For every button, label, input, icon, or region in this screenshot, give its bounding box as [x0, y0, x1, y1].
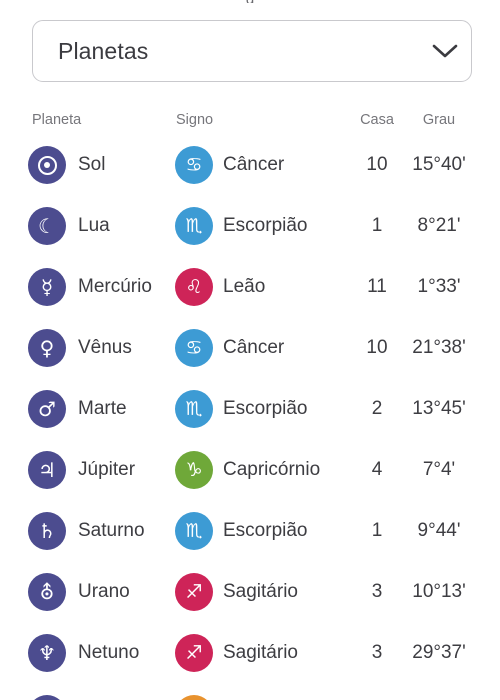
house-number: 1 — [371, 215, 383, 236]
mars-icon: ♂ — [28, 390, 66, 428]
scorpio-icon: ♏ — [175, 207, 213, 245]
scorpio-icon: ♏ — [175, 390, 213, 428]
sign-name: Sagitário — [223, 581, 298, 602]
planet-name: Sol — [78, 154, 106, 175]
sign-name: Câncer — [223, 337, 285, 358]
degree-value: 15°40' — [412, 154, 466, 175]
sign-name: Sagitário — [223, 642, 298, 663]
leo-icon: ♌ — [175, 268, 213, 306]
uranus-icon: ⛢ — [28, 573, 66, 611]
table-row[interactable]: ♂ Marte ♏ Escorpião 2 13°45' — [0, 390, 500, 446]
planet-name: Saturno — [78, 520, 145, 541]
table-row[interactable]: ♆ Netuno ♐ Sagitário 3 29°37' — [0, 634, 500, 690]
sign-name: Escorpião — [223, 520, 308, 541]
sun-icon — [28, 146, 66, 184]
degree-value: 13°45' — [412, 398, 466, 419]
house-number: 2 — [371, 398, 383, 419]
jupiter-icon: ♃ — [28, 451, 66, 489]
degree-value — [410, 695, 468, 700]
sign-name: Leão — [223, 276, 266, 297]
house-number: 3 — [371, 581, 383, 602]
degree-value: 29°37' — [412, 642, 466, 663]
degree-value: 8°21' — [417, 215, 461, 236]
sign-name: Escorpião — [223, 398, 308, 419]
sign-name: Câncer — [223, 154, 285, 175]
cancer-icon: ♋ — [175, 146, 213, 184]
degree-value: 21°38' — [412, 337, 466, 358]
cancer-icon: ♋ — [175, 329, 213, 367]
capricorn-icon: ♑ — [175, 451, 213, 489]
planet-name: Vênus — [78, 337, 132, 358]
house-number: 11 — [367, 276, 387, 297]
degree-value: 9°44' — [417, 520, 461, 541]
planet-name: Netuno — [78, 642, 140, 663]
venus-icon: ♀ — [28, 329, 66, 367]
neptune-icon: ♆ — [28, 634, 66, 672]
sagittarius-icon: ♐ — [175, 634, 213, 672]
table-row[interactable]: ⛢ Urano ♐ Sagitário 3 10°13' — [0, 573, 500, 629]
sign-name: Escorpião — [223, 215, 308, 236]
table-row[interactable]: ♀ Vênus ♋ Câncer 10 21°38' — [0, 329, 500, 385]
table-row[interactable]: ♃ Júpiter ♑ Capricórnio 4 7°4' — [0, 451, 500, 507]
planet-rows: Sol ♋ Câncer 10 15°40' ☾ Lua ♏ Escorpião 1 8°21' ☿ M… — [0, 0, 500, 700]
table-row[interactable]: Sol ♋ Câncer 10 15°40' — [0, 146, 500, 202]
house-number: 10 — [366, 154, 388, 175]
table-row[interactable]: ♄ Saturno ♏ Escorpião 1 9°44' — [0, 512, 500, 568]
planet-icon-partial — [28, 695, 66, 700]
house-number: 10 — [366, 337, 388, 358]
planet-name: Mercúrio — [78, 276, 152, 297]
sagittarius-icon: ♐ — [175, 573, 213, 611]
planet-name: Marte — [78, 398, 127, 419]
degree-value: 10°13' — [412, 581, 466, 602]
house-number — [355, 695, 399, 700]
moon-icon: ☾ — [28, 207, 66, 245]
planet-name: Lua — [78, 215, 110, 236]
degree-value: 1°33' — [417, 276, 461, 297]
sign-icon-partial — [175, 695, 213, 700]
house-number: 4 — [371, 459, 383, 480]
house-number: 3 — [371, 642, 383, 663]
table-row[interactable]: ☿ Mercúrio ♌ Leão 11 1°33' — [0, 268, 500, 324]
planet-name: Urano — [78, 581, 130, 602]
degree-value: 7°4' — [422, 459, 456, 480]
mercury-icon: ☿ — [28, 268, 66, 306]
planet-name: Júpiter — [78, 459, 136, 480]
sign-name: Capricórnio — [223, 459, 321, 480]
house-number: 1 — [371, 520, 383, 541]
table-row[interactable]: ☾ Lua ♏ Escorpião 1 8°21' — [0, 207, 500, 263]
saturn-icon: ♄ — [28, 512, 66, 550]
planet-positions-panel: g Planetas Planeta Signo Casa Grau Sol♋C… — [0, 0, 500, 700]
table-row[interactable] — [0, 695, 500, 700]
scorpio-icon: ♏ — [175, 512, 213, 550]
